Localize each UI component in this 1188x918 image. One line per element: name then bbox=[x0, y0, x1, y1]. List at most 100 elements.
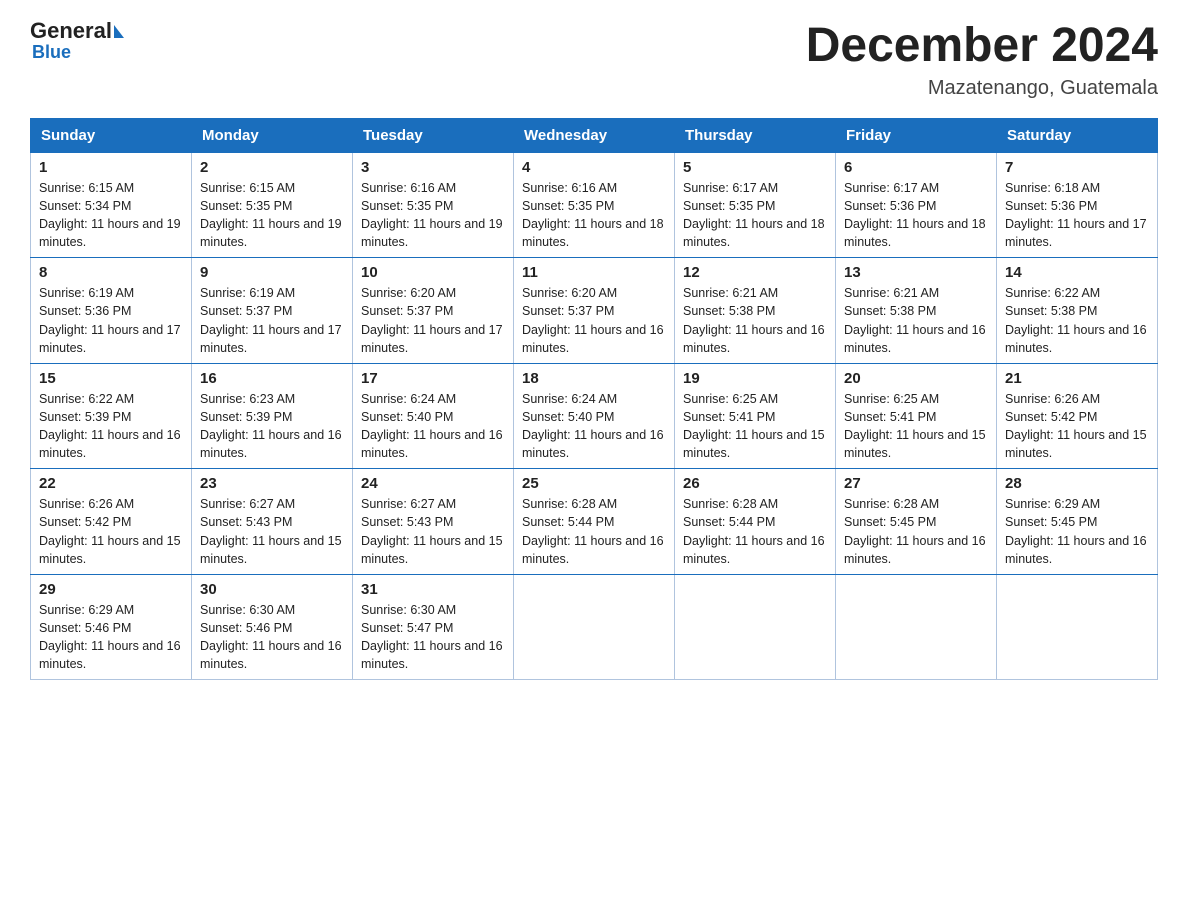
calendar-cell: 9 Sunrise: 6:19 AMSunset: 5:37 PMDaylight… bbox=[192, 258, 353, 364]
day-number: 13 bbox=[844, 264, 988, 281]
month-title: December 2024 bbox=[806, 20, 1158, 73]
day-number: 18 bbox=[522, 370, 666, 387]
day-info: Sunrise: 6:22 AMSunset: 5:39 PMDaylight:… bbox=[39, 392, 181, 460]
logo: General bbox=[30, 20, 125, 42]
logo-general-text: General bbox=[30, 20, 112, 42]
day-number: 3 bbox=[361, 159, 505, 176]
day-info: Sunrise: 6:28 AMSunset: 5:45 PMDaylight:… bbox=[844, 497, 986, 565]
day-number: 22 bbox=[39, 475, 183, 492]
weekday-header-monday: Monday bbox=[192, 118, 353, 152]
day-info: Sunrise: 6:30 AMSunset: 5:47 PMDaylight:… bbox=[361, 603, 503, 671]
calendar-cell: 30 Sunrise: 6:30 AMSunset: 5:46 PMDayligh… bbox=[192, 574, 353, 680]
weekday-header-wednesday: Wednesday bbox=[514, 118, 675, 152]
day-number: 5 bbox=[683, 159, 827, 176]
day-info: Sunrise: 6:19 AMSunset: 5:37 PMDaylight:… bbox=[200, 286, 342, 354]
calendar-cell: 18Sunrise: 6:24 AMSunset: 5:40 PMDayligh… bbox=[514, 363, 675, 469]
calendar-cell: 19 Sunrise: 6:25 AMSunset: 5:41 PMDayligh… bbox=[675, 363, 836, 469]
day-number: 30 bbox=[200, 581, 344, 598]
day-number: 6 bbox=[844, 159, 988, 176]
day-number: 7 bbox=[1005, 159, 1149, 176]
day-number: 1 bbox=[39, 159, 183, 176]
day-number: 2 bbox=[200, 159, 344, 176]
calendar-cell: 17Sunrise: 6:24 AMSunset: 5:40 PMDayligh… bbox=[353, 363, 514, 469]
day-info: Sunrise: 6:26 AMSunset: 5:42 PMDaylight:… bbox=[1005, 392, 1147, 460]
calendar-cell: 16 Sunrise: 6:23 AMSunset: 5:39 PMDayligh… bbox=[192, 363, 353, 469]
weekday-header-thursday: Thursday bbox=[675, 118, 836, 152]
calendar-cell: 3Sunrise: 6:16 AMSunset: 5:35 PMDaylight… bbox=[353, 152, 514, 258]
calendar-cell: 22 Sunrise: 6:26 AMSunset: 5:42 PMDayligh… bbox=[31, 469, 192, 575]
calendar-week-3: 15Sunrise: 6:22 AMSunset: 5:39 PMDayligh… bbox=[31, 363, 1158, 469]
day-number: 29 bbox=[39, 581, 183, 598]
day-info: Sunrise: 6:28 AMSunset: 5:44 PMDaylight:… bbox=[522, 497, 664, 565]
calendar-week-5: 29 Sunrise: 6:29 AMSunset: 5:46 PMDayligh… bbox=[31, 574, 1158, 680]
day-info: Sunrise: 6:17 AMSunset: 5:36 PMDaylight:… bbox=[844, 181, 986, 249]
calendar-cell: 21 Sunrise: 6:26 AMSunset: 5:42 PMDayligh… bbox=[997, 363, 1158, 469]
logo-area: General Blue bbox=[30, 20, 125, 63]
calendar-cell bbox=[836, 574, 997, 680]
weekday-header-friday: Friday bbox=[836, 118, 997, 152]
day-info: Sunrise: 6:23 AMSunset: 5:39 PMDaylight:… bbox=[200, 392, 342, 460]
day-number: 4 bbox=[522, 159, 666, 176]
day-number: 28 bbox=[1005, 475, 1149, 492]
day-number: 23 bbox=[200, 475, 344, 492]
day-number: 8 bbox=[39, 264, 183, 281]
calendar-week-2: 8Sunrise: 6:19 AMSunset: 5:36 PMDaylight… bbox=[31, 258, 1158, 364]
day-number: 25 bbox=[522, 475, 666, 492]
day-info: Sunrise: 6:18 AMSunset: 5:36 PMDaylight:… bbox=[1005, 181, 1147, 249]
calendar-cell: 10 Sunrise: 6:20 AMSunset: 5:37 PMDayligh… bbox=[353, 258, 514, 364]
calendar-cell bbox=[675, 574, 836, 680]
day-info: Sunrise: 6:22 AMSunset: 5:38 PMDaylight:… bbox=[1005, 286, 1147, 354]
day-number: 21 bbox=[1005, 370, 1149, 387]
calendar-cell: 6 Sunrise: 6:17 AMSunset: 5:36 PMDaylight… bbox=[836, 152, 997, 258]
calendar-cell: 2 Sunrise: 6:15 AMSunset: 5:35 PMDaylight… bbox=[192, 152, 353, 258]
calendar-cell: 26Sunrise: 6:28 AMSunset: 5:44 PMDayligh… bbox=[675, 469, 836, 575]
calendar-cell: 4 Sunrise: 6:16 AMSunset: 5:35 PMDaylight… bbox=[514, 152, 675, 258]
day-info: Sunrise: 6:25 AMSunset: 5:41 PMDaylight:… bbox=[844, 392, 986, 460]
calendar-week-1: 1Sunrise: 6:15 AMSunset: 5:34 PMDaylight… bbox=[31, 152, 1158, 258]
day-info: Sunrise: 6:27 AMSunset: 5:43 PMDaylight:… bbox=[200, 497, 342, 565]
day-info: Sunrise: 6:21 AMSunset: 5:38 PMDaylight:… bbox=[844, 286, 986, 354]
day-number: 16 bbox=[200, 370, 344, 387]
calendar-cell: 23 Sunrise: 6:27 AMSunset: 5:43 PMDayligh… bbox=[192, 469, 353, 575]
day-number: 9 bbox=[200, 264, 344, 281]
calendar-cell bbox=[997, 574, 1158, 680]
calendar-cell: 24 Sunrise: 6:27 AMSunset: 5:43 PMDayligh… bbox=[353, 469, 514, 575]
calendar-cell: 5 Sunrise: 6:17 AMSunset: 5:35 PMDaylight… bbox=[675, 152, 836, 258]
day-number: 20 bbox=[844, 370, 988, 387]
day-info: Sunrise: 6:24 AMSunset: 5:40 PMDaylight:… bbox=[361, 392, 503, 460]
calendar-cell: 29 Sunrise: 6:29 AMSunset: 5:46 PMDayligh… bbox=[31, 574, 192, 680]
day-number: 19 bbox=[683, 370, 827, 387]
day-info: Sunrise: 6:27 AMSunset: 5:43 PMDaylight:… bbox=[361, 497, 503, 565]
day-info: Sunrise: 6:20 AMSunset: 5:37 PMDaylight:… bbox=[522, 286, 664, 354]
weekday-header-sunday: Sunday bbox=[31, 118, 192, 152]
calendar-cell: 7 Sunrise: 6:18 AMSunset: 5:36 PMDaylight… bbox=[997, 152, 1158, 258]
day-info: Sunrise: 6:29 AMSunset: 5:45 PMDaylight:… bbox=[1005, 497, 1147, 565]
calendar-table: SundayMondayTuesdayWednesdayThursdayFrid… bbox=[30, 118, 1158, 681]
calendar-cell: 27Sunrise: 6:28 AMSunset: 5:45 PMDayligh… bbox=[836, 469, 997, 575]
day-number: 31 bbox=[361, 581, 505, 598]
day-number: 26 bbox=[683, 475, 827, 492]
calendar-week-4: 22 Sunrise: 6:26 AMSunset: 5:42 PMDayligh… bbox=[31, 469, 1158, 575]
calendar-cell: 11 Sunrise: 6:20 AMSunset: 5:37 PMDayligh… bbox=[514, 258, 675, 364]
calendar-cell: 13 Sunrise: 6:21 AMSunset: 5:38 PMDayligh… bbox=[836, 258, 997, 364]
day-number: 12 bbox=[683, 264, 827, 281]
day-number: 24 bbox=[361, 475, 505, 492]
day-info: Sunrise: 6:25 AMSunset: 5:41 PMDaylight:… bbox=[683, 392, 825, 460]
day-info: Sunrise: 6:16 AMSunset: 5:35 PMDaylight:… bbox=[522, 181, 664, 249]
day-info: Sunrise: 6:30 AMSunset: 5:46 PMDaylight:… bbox=[200, 603, 342, 671]
day-info: Sunrise: 6:26 AMSunset: 5:42 PMDaylight:… bbox=[39, 497, 181, 565]
day-info: Sunrise: 6:15 AMSunset: 5:35 PMDaylight:… bbox=[200, 181, 342, 249]
day-number: 14 bbox=[1005, 264, 1149, 281]
day-info: Sunrise: 6:17 AMSunset: 5:35 PMDaylight:… bbox=[683, 181, 825, 249]
day-info: Sunrise: 6:20 AMSunset: 5:37 PMDaylight:… bbox=[361, 286, 503, 354]
day-number: 10 bbox=[361, 264, 505, 281]
location: Mazatenango, Guatemala bbox=[806, 77, 1158, 100]
day-info: Sunrise: 6:21 AMSunset: 5:38 PMDaylight:… bbox=[683, 286, 825, 354]
day-info: Sunrise: 6:29 AMSunset: 5:46 PMDaylight:… bbox=[39, 603, 181, 671]
calendar-cell bbox=[514, 574, 675, 680]
weekday-header-saturday: Saturday bbox=[997, 118, 1158, 152]
calendar-cell: 12 Sunrise: 6:21 AMSunset: 5:38 PMDayligh… bbox=[675, 258, 836, 364]
logo-blue-text: Blue bbox=[30, 42, 71, 63]
calendar-cell: 14 Sunrise: 6:22 AMSunset: 5:38 PMDayligh… bbox=[997, 258, 1158, 364]
day-number: 11 bbox=[522, 264, 666, 281]
